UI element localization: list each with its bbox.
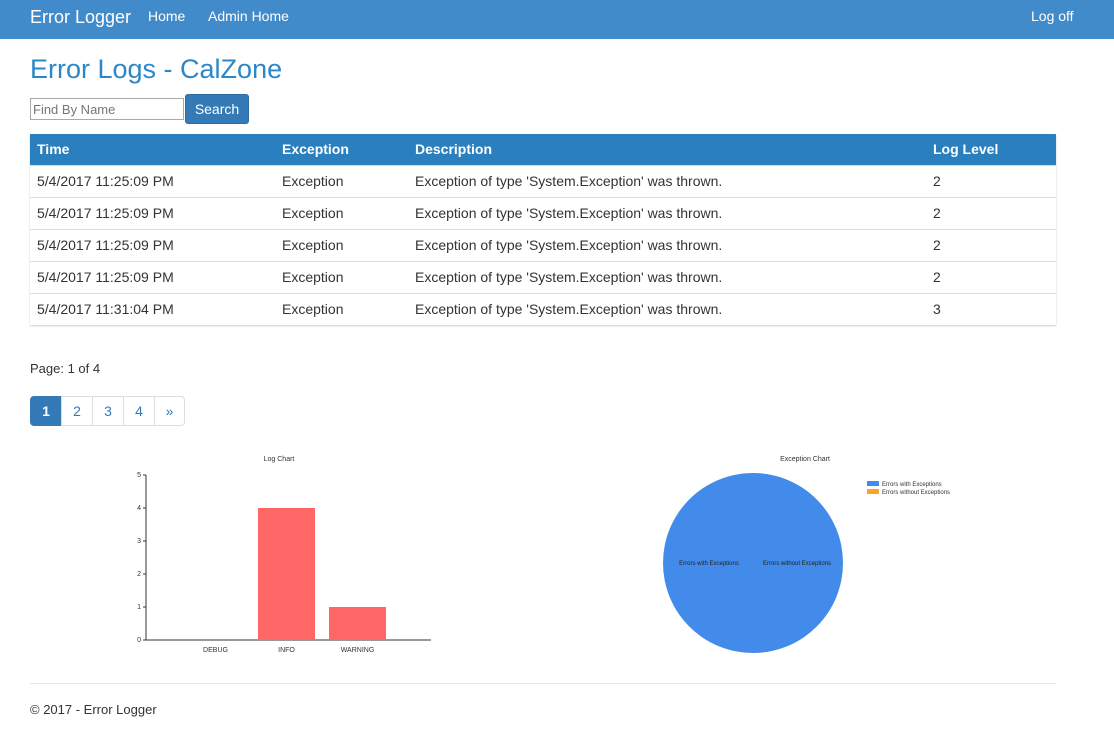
brand-link[interactable]: Error Logger (30, 7, 131, 28)
cell-time: 5/4/2017 11:25:09 PM (30, 164, 275, 197)
cell-description: Exception of type 'System.Exception' was… (408, 228, 926, 261)
cell-exception: Exception (275, 228, 408, 261)
cell-log-level: 2 (926, 164, 1056, 197)
cell-description: Exception of type 'System.Exception' was… (408, 292, 926, 325)
header-log-level: Log Level (933, 141, 999, 158)
legend-label: Errors without Exceptions (882, 490, 950, 496)
x-tick-label: WARNING (341, 647, 375, 654)
cell-time: 5/4/2017 11:25:09 PM (30, 260, 275, 293)
cell-time: 5/4/2017 11:25:09 PM (30, 228, 275, 261)
navbar: Error Logger Home Admin Home Log off (0, 0, 1114, 39)
footer-divider (30, 683, 1056, 684)
cell-log-level: 2 (926, 260, 1056, 293)
x-tick-label: DEBUG (203, 647, 228, 654)
chart-title: Log Chart (264, 456, 295, 463)
table-row: 5/4/2017 11:31:04 PM Exception Exception… (30, 292, 1056, 325)
bar-warning (329, 607, 386, 640)
cell-exception: Exception (275, 164, 408, 197)
cell-exception: Exception (275, 260, 408, 293)
table-header-row: Time Exception Description Log Level (30, 134, 1056, 165)
y-tick-label: 1 (137, 604, 141, 611)
log-chart: Log Chart 0 1 2 3 4 5 DEBUG INFO WARNING (137, 456, 431, 654)
legend-swatch (867, 481, 879, 486)
table-row: 5/4/2017 11:25:09 PM Exception Exception… (30, 196, 1056, 229)
header-time: Time (37, 141, 70, 158)
nav-admin-home-link[interactable]: Admin Home (208, 8, 289, 24)
y-tick-label: 3 (137, 538, 141, 545)
y-tick-label: 2 (137, 571, 141, 578)
y-tick-label: 0 (137, 637, 141, 644)
cell-time: 5/4/2017 11:25:09 PM (30, 196, 275, 229)
cell-description: Exception of type 'System.Exception' was… (408, 196, 926, 229)
header-description: Description (415, 141, 493, 158)
chart-title: Exception Chart (780, 456, 830, 463)
legend-label: Errors with Exceptions (882, 482, 942, 488)
table-row: 5/4/2017 11:25:09 PM Exception Exception… (30, 260, 1056, 293)
pie-label-with-exceptions: Errors with Exceptions (679, 561, 739, 567)
pie-label-without-exceptions: Errors without Exceptions (763, 561, 831, 567)
cell-log-level: 2 (926, 196, 1056, 229)
cell-time: 5/4/2017 11:31:04 PM (30, 292, 275, 325)
logoff-link[interactable]: Log off (1031, 8, 1074, 24)
cell-exception: Exception (275, 292, 408, 325)
footer: © 2017 - Error Logger (30, 702, 157, 717)
search-input[interactable] (30, 98, 184, 120)
next-page-link[interactable]: » (154, 396, 185, 426)
cell-description: Exception of type 'System.Exception' was… (408, 164, 926, 197)
cell-log-level: 3 (926, 292, 1056, 325)
search-button[interactable]: Search (185, 94, 249, 124)
page-info: Page: 1 of 4 (30, 361, 101, 376)
page-3-link[interactable]: 3 (92, 396, 124, 426)
page-1-link[interactable]: 1 (30, 396, 62, 426)
page-title: Error Logs - CalZone (30, 54, 283, 84)
header-exception: Exception (282, 141, 349, 158)
y-tick-label: 4 (137, 505, 141, 512)
logs-table: Time Exception Description Log Level 5/4… (30, 134, 1056, 325)
x-tick-label: INFO (278, 647, 295, 654)
exception-chart: Exception Chart Errors with Exceptions E… (663, 456, 950, 653)
nav-home-link[interactable]: Home (148, 8, 185, 24)
cell-description: Exception of type 'System.Exception' was… (408, 260, 926, 293)
cell-log-level: 2 (926, 228, 1056, 261)
page-4-link[interactable]: 4 (123, 396, 155, 426)
bar-info (258, 508, 315, 640)
legend-swatch (867, 489, 879, 494)
pagination: 1 2 3 4 » (30, 396, 185, 426)
cell-exception: Exception (275, 196, 408, 229)
page-2-link[interactable]: 2 (61, 396, 93, 426)
table-row: 5/4/2017 11:25:09 PM Exception Exception… (30, 164, 1056, 197)
y-tick-label: 5 (137, 472, 141, 479)
table-row: 5/4/2017 11:25:09 PM Exception Exception… (30, 228, 1056, 261)
